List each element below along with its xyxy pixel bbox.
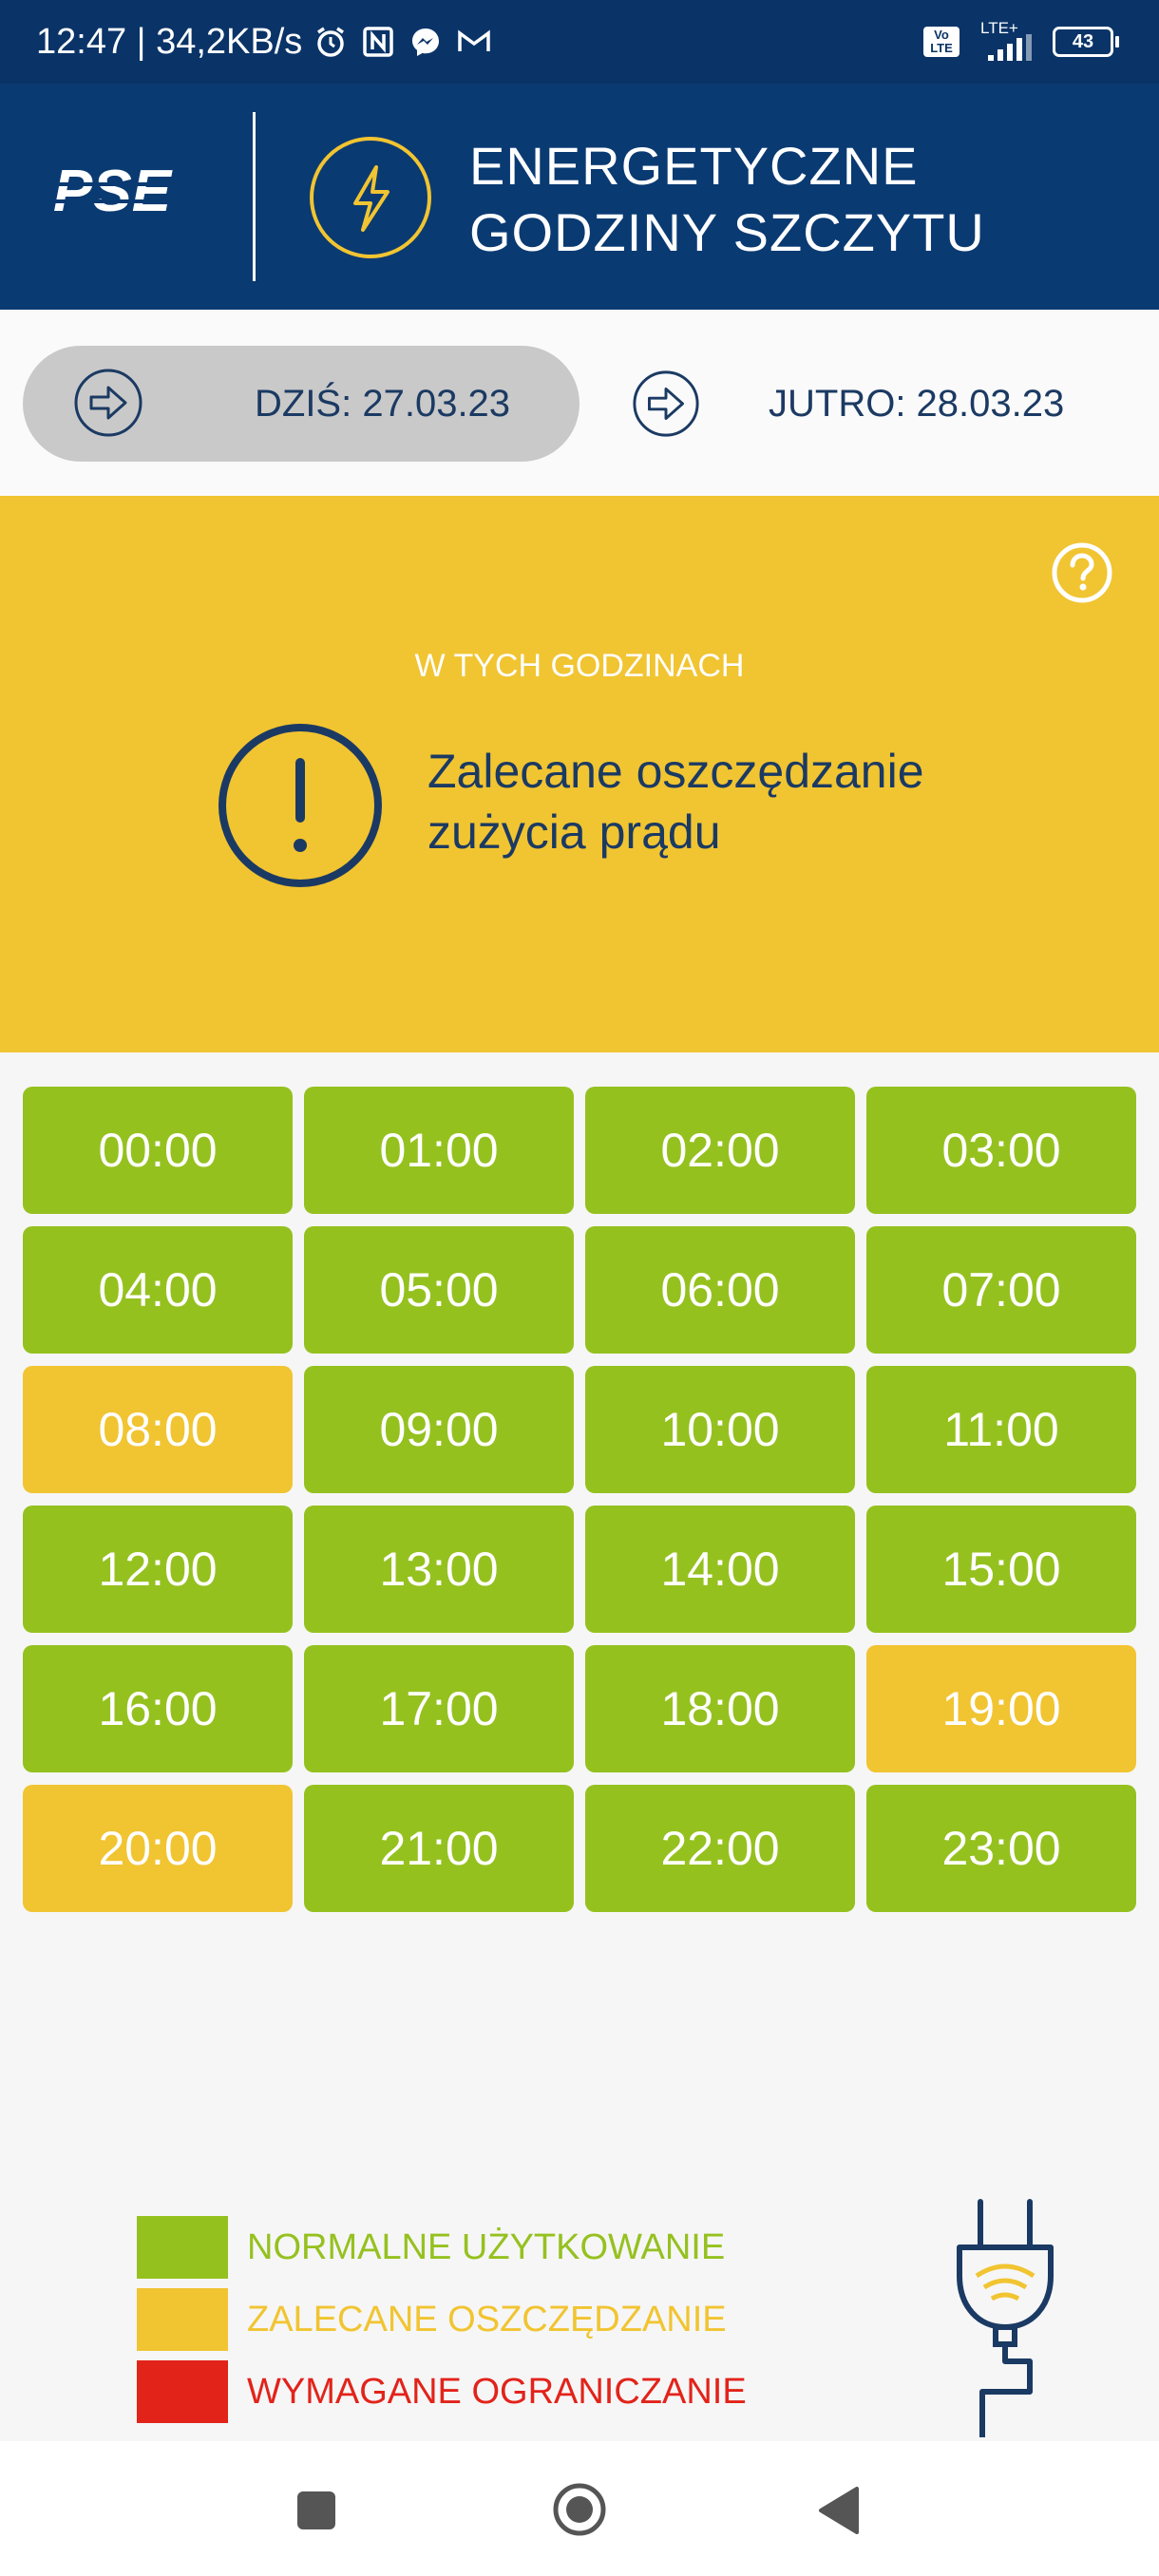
day-selector: DZIŚ: 27.03.23 JUTRO: 28.03.23 — [0, 310, 1159, 496]
legend-label: ZALECANE OSZCZĘDZANIE — [247, 2299, 727, 2339]
arrow-right-circle-icon — [74, 369, 142, 437]
legend-swatch — [137, 2360, 228, 2423]
hour-cell[interactable]: 08:00 — [23, 1366, 293, 1493]
question-circle-icon[interactable] — [1051, 541, 1113, 604]
messenger-icon — [412, 28, 440, 56]
legend-item: ZALECANE OSZCZĘDZANIE — [137, 2283, 747, 2356]
legend-item: NORMALNE UŻYTKOWANIE — [137, 2211, 747, 2283]
plug-icon — [957, 2199, 1054, 2437]
lightning-icon — [310, 137, 431, 258]
recent-apps-icon[interactable] — [293, 2487, 340, 2534]
legend: NORMALNE UŻYTKOWANIE ZALECANE OSZCZĘDZANI… — [137, 2211, 747, 2428]
status-bar-left: 12:47 | 34,2KB/s — [36, 0, 492, 84]
hour-cell[interactable]: 04:00 — [23, 1226, 293, 1354]
banner-message: Zalecane oszczędzanie zużycia prądu — [428, 745, 924, 859]
legend-label: WYMAGANE OGRANICZANIE — [247, 2371, 747, 2412]
status-time-speed: 12:47 | 34,2KB/s — [36, 21, 303, 62]
legend-item: WYMAGANE OGRANICZANIE — [137, 2356, 747, 2428]
hour-cell[interactable]: 01:00 — [304, 1087, 574, 1214]
system-nav-bar — [0, 2441, 1159, 2576]
tomorrow-tab[interactable]: JUTRO: 28.03.23 — [631, 346, 1125, 462]
hour-cell[interactable]: 16:00 — [23, 1645, 293, 1772]
today-tab[interactable]: DZIŚ: 27.03.23 — [23, 346, 580, 462]
volte-icon: Vo LTE — [923, 27, 960, 57]
header-divider — [253, 112, 256, 281]
status-bar-right: Vo LTE LTE+ 43 — [923, 0, 1119, 84]
arrow-right-circle-icon — [633, 370, 699, 437]
app-title: ENERGETYCZNE GODZINY SZCZYTU — [469, 133, 985, 266]
app-title-line1: ENERGETYCZNE — [469, 136, 919, 196]
notification-icons — [314, 25, 492, 59]
hour-cell[interactable]: 09:00 — [304, 1366, 574, 1493]
tomorrow-label: JUTRO: 28.03.23 — [769, 383, 1065, 425]
hour-cell[interactable]: 12:00 — [23, 1506, 293, 1633]
pse-logo: PSE — [53, 163, 205, 222]
hour-cell[interactable]: 14:00 — [585, 1506, 855, 1633]
svg-text:PSE: PSE — [53, 163, 173, 222]
hour-cell[interactable]: 10:00 — [585, 1366, 855, 1493]
hour-cell[interactable]: 07:00 — [866, 1226, 1136, 1354]
signal-icon — [988, 34, 1032, 61]
app-header: PSE ENERGETYCZNE GODZINY SZCZYTU — [0, 84, 1159, 310]
status-bar: 12:47 | 34,2KB/s Vo LTE LTE+ 43 — [0, 0, 1159, 84]
hour-cell[interactable]: 22:00 — [585, 1785, 855, 1912]
legend-swatch — [137, 2216, 228, 2279]
hour-cell[interactable]: 05:00 — [304, 1226, 574, 1354]
hour-cell[interactable]: 19:00 — [866, 1645, 1136, 1772]
hour-cell[interactable]: 02:00 — [585, 1087, 855, 1214]
hour-cell[interactable]: 23:00 — [866, 1785, 1136, 1912]
legend-swatch — [137, 2288, 228, 2351]
status-banner: W TYCH GODZINACH Zalecane oszczędzanie z… — [0, 496, 1159, 1052]
hour-cell[interactable]: 00:00 — [23, 1087, 293, 1214]
hour-cell[interactable]: 17:00 — [304, 1645, 574, 1772]
hour-cell[interactable]: 13:00 — [304, 1506, 574, 1633]
legend-label: NORMALNE UŻYTKOWANIE — [247, 2226, 726, 2267]
today-label: DZIŚ: 27.03.23 — [255, 383, 511, 425]
banner-subheading: W TYCH GODZINACH — [414, 648, 745, 684]
back-icon[interactable] — [815, 2485, 863, 2536]
hour-cell[interactable]: 15:00 — [866, 1506, 1136, 1633]
home-icon[interactable] — [551, 2481, 608, 2538]
battery-level: 43 — [1072, 30, 1094, 52]
hour-cell[interactable]: 18:00 — [585, 1645, 855, 1772]
hour-cell[interactable]: 03:00 — [866, 1087, 1136, 1214]
alarm-icon — [317, 27, 345, 57]
battery-icon: 43 — [1053, 27, 1119, 57]
hour-cell[interactable]: 11:00 — [866, 1366, 1136, 1493]
app-title-line2: GODZINY SZCZYTU — [469, 202, 985, 262]
hour-cell[interactable]: 20:00 — [23, 1785, 293, 1912]
exclamation-circle-icon — [218, 724, 382, 887]
signal-block: LTE+ — [973, 19, 1039, 61]
hour-cell[interactable]: 21:00 — [304, 1785, 574, 1912]
hour-cell[interactable]: 06:00 — [585, 1226, 855, 1354]
gmail-icon — [458, 29, 491, 51]
hour-grid: 00:00 01:00 02:00 03:00 04:00 05:00 06:00 07:00… — [23, 1087, 1136, 1912]
nfc-icon — [363, 27, 394, 57]
